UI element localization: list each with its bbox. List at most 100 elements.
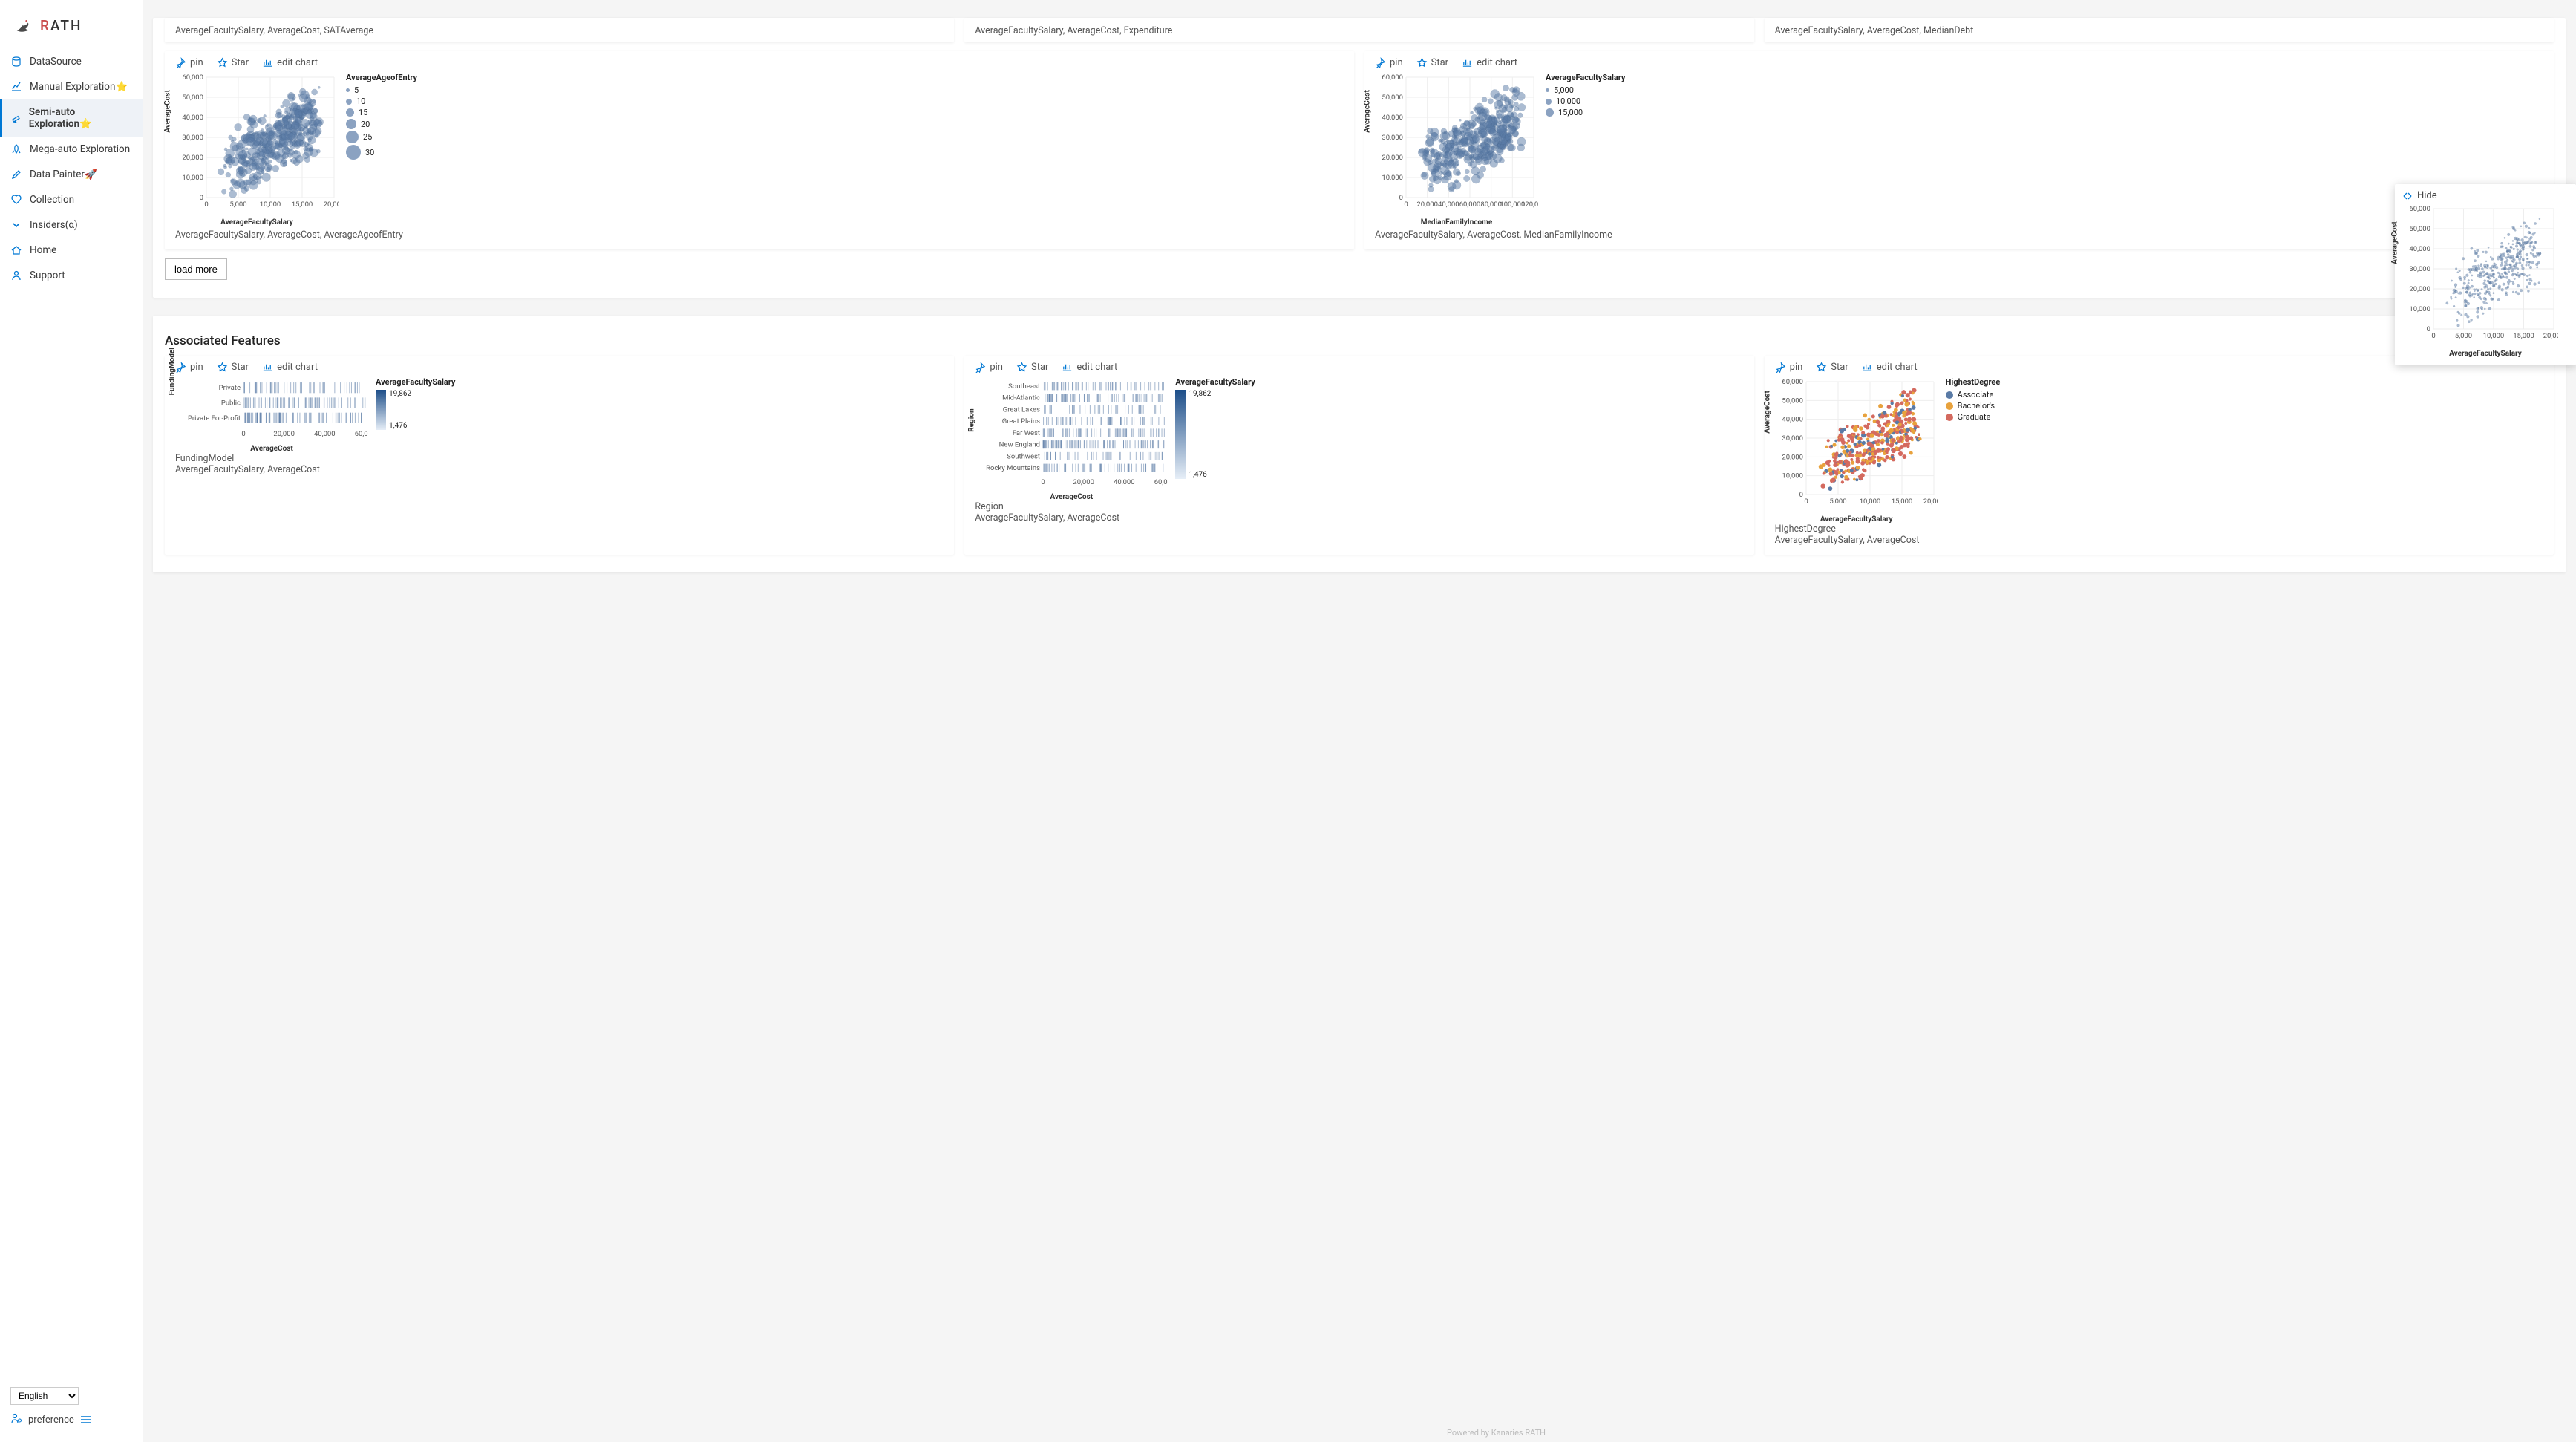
sidebar-item-label: Home [30, 244, 56, 256]
legend-item: Graduate [1946, 412, 2001, 422]
star-icon [1816, 362, 1827, 373]
svg-text:0: 0 [200, 194, 203, 202]
float-ylabel: AverageCost [2391, 221, 2399, 264]
top-caption-row: AverageFacultySalary, AverageCost, SATAv… [165, 18, 2554, 42]
legend-5: HighestDegree AssociateBachelor'sGraduat… [1946, 377, 2001, 523]
pin-label: pin [190, 362, 203, 373]
svg-text:10,000: 10,000 [182, 174, 203, 182]
svg-text:30,000: 30,000 [2409, 265, 2430, 273]
hide-label: Hide [2417, 190, 2437, 201]
legend-item: 10 [346, 97, 417, 106]
legend-item: 15,000 [1546, 108, 1625, 117]
card-actions-3: pin Star edit chart [175, 362, 944, 373]
load-more-button[interactable]: load more [165, 258, 227, 280]
svg-text:Private For-Profit: Private For-Profit [188, 414, 241, 423]
pin-button[interactable]: pin [175, 362, 203, 373]
legend-item: 5 [346, 85, 417, 95]
person-icon [10, 270, 22, 281]
preference-row[interactable]: preference [10, 1412, 132, 1427]
svg-text:0: 0 [204, 200, 208, 209]
sidebar-item-datasource[interactable]: DataSource [0, 49, 143, 74]
svg-text:60,000: 60,000 [182, 74, 203, 82]
sidebar-item-label: Mega-auto Exploration [30, 143, 130, 155]
preference-label: preference [28, 1415, 74, 1426]
edit-chart-button[interactable]: edit chart [1862, 362, 1918, 373]
sidebar-item-insiders-[interactable]: Insiders(α) [0, 212, 143, 238]
svg-text:30,000: 30,000 [182, 134, 203, 142]
ylabel-3: FundingModel [169, 348, 177, 395]
legend-4: AverageFacultySalary 19,862 1,476 [1175, 377, 1255, 501]
pin-label: pin [190, 57, 203, 68]
sidebar-item-collection[interactable]: Collection [0, 187, 143, 212]
sidebar-item-label: Collection [30, 194, 74, 206]
xlabel-3: AverageCost [175, 445, 368, 453]
svg-text:40,000: 40,000 [1382, 114, 1403, 122]
svg-text:60,000: 60,000 [1154, 478, 1168, 486]
svg-text:0: 0 [2427, 325, 2430, 333]
sidebar-item-semi-auto-exploration-[interactable]: Semi-auto Exploration⭐ [0, 99, 143, 137]
legend-items-1: 51015202530 [346, 85, 417, 160]
edit-chart-button[interactable]: edit chart [1462, 57, 1517, 68]
caption-4b: AverageFacultySalary, AverageCost [975, 512, 1743, 523]
svg-text:20,000: 20,000 [1416, 200, 1438, 209]
pin-icon [175, 57, 186, 68]
pin-button[interactable]: pin [175, 57, 203, 68]
caption-3a: FundingModel [175, 453, 944, 464]
svg-text:20,000: 20,000 [2543, 332, 2558, 340]
chart-4: SoutheastMid-AtlanticGreat LakesGreat Pl… [975, 377, 1743, 501]
star-button[interactable]: Star [1416, 57, 1448, 68]
svg-text:120,000: 120,000 [1521, 200, 1538, 209]
star-button[interactable]: Star [217, 362, 249, 373]
pin-button[interactable]: pin [1375, 57, 1403, 68]
star-button[interactable]: Star [1816, 362, 1848, 373]
svg-text:40,000: 40,000 [1782, 416, 1803, 424]
sidebar-item-label: Semi-auto Exploration⭐ [29, 106, 132, 130]
main-area: AverageFacultySalary, AverageCost, SATAv… [143, 0, 2576, 1442]
edit-chart-button[interactable]: edit chart [262, 362, 318, 373]
caption-1: AverageFacultySalary, AverageCost, Avera… [175, 229, 1344, 241]
associated-row: pin Star edit chart PrivatePublicPrivate… [165, 356, 2554, 555]
load-more-row: load more [165, 258, 2554, 280]
brand-logo[interactable]: RATH [0, 9, 143, 49]
list-toggle-icon[interactable] [80, 1415, 92, 1424]
telescope-icon [10, 112, 22, 124]
card-actions-4: pin Star edit chart [975, 362, 1743, 373]
sidebar-item-home[interactable]: Home [0, 238, 143, 263]
pin-button[interactable]: pin [975, 362, 1003, 373]
person-gear-icon [10, 1412, 22, 1427]
svg-text:10,000: 10,000 [1782, 472, 1803, 480]
caption-text: AverageFacultySalary, AverageCost, Media… [1775, 25, 2543, 36]
svg-text:50,000: 50,000 [1382, 94, 1403, 102]
upper-section: AverageFacultySalary, AverageCost, SATAv… [153, 18, 2566, 298]
edit-chart-button[interactable]: edit chart [262, 57, 318, 68]
legend-items-5: AssociateBachelor'sGraduate [1946, 390, 2001, 422]
hide-button[interactable]: Hide [2402, 190, 2569, 201]
ylabel-4: Region [968, 408, 976, 431]
svg-text:10,000: 10,000 [2483, 332, 2505, 340]
sidebar-item-mega-auto-exploration[interactable]: Mega-auto Exploration [0, 137, 143, 162]
xlabel-5: AverageFacultySalary [1775, 515, 1938, 523]
svg-text:Southeast: Southeast [1008, 382, 1040, 391]
edit-chart-button[interactable]: edit chart [1062, 362, 1117, 373]
legend-title-1: AverageAgeofEntry [346, 73, 417, 82]
star-button[interactable]: Star [217, 57, 249, 68]
pencil-icon [10, 169, 22, 180]
language-select[interactable]: English [10, 1387, 79, 1405]
edit-label: edit chart [1877, 362, 1918, 373]
sidebar-item-data-painter-[interactable]: Data Painter🚀 [0, 162, 143, 187]
svg-text:50,000: 50,000 [1782, 397, 1803, 405]
strip-svg-2: SoutheastMid-AtlanticGreat LakesGreat Pl… [975, 377, 1168, 489]
sidebar-item-manual-exploration-[interactable]: Manual Exploration⭐ [0, 74, 143, 99]
svg-text:Public: Public [221, 399, 241, 408]
star-label: Star [1831, 362, 1848, 373]
star-button[interactable]: Star [1016, 362, 1048, 373]
pin-button[interactable]: pin [1775, 362, 1803, 373]
sidebar-item-label: Manual Exploration⭐ [30, 81, 128, 93]
sidebar-item-support[interactable]: Support [0, 263, 143, 288]
legend-title-4: AverageFacultySalary [1175, 377, 1255, 387]
caption-4a: Region [975, 501, 1743, 512]
legend-item: 30 [346, 145, 417, 160]
scatter-svg-1: 010,00020,00030,00040,00050,00060,00005,… [175, 73, 339, 214]
svg-text:5,000: 5,000 [229, 200, 246, 209]
svg-text:30,000: 30,000 [1382, 134, 1403, 142]
